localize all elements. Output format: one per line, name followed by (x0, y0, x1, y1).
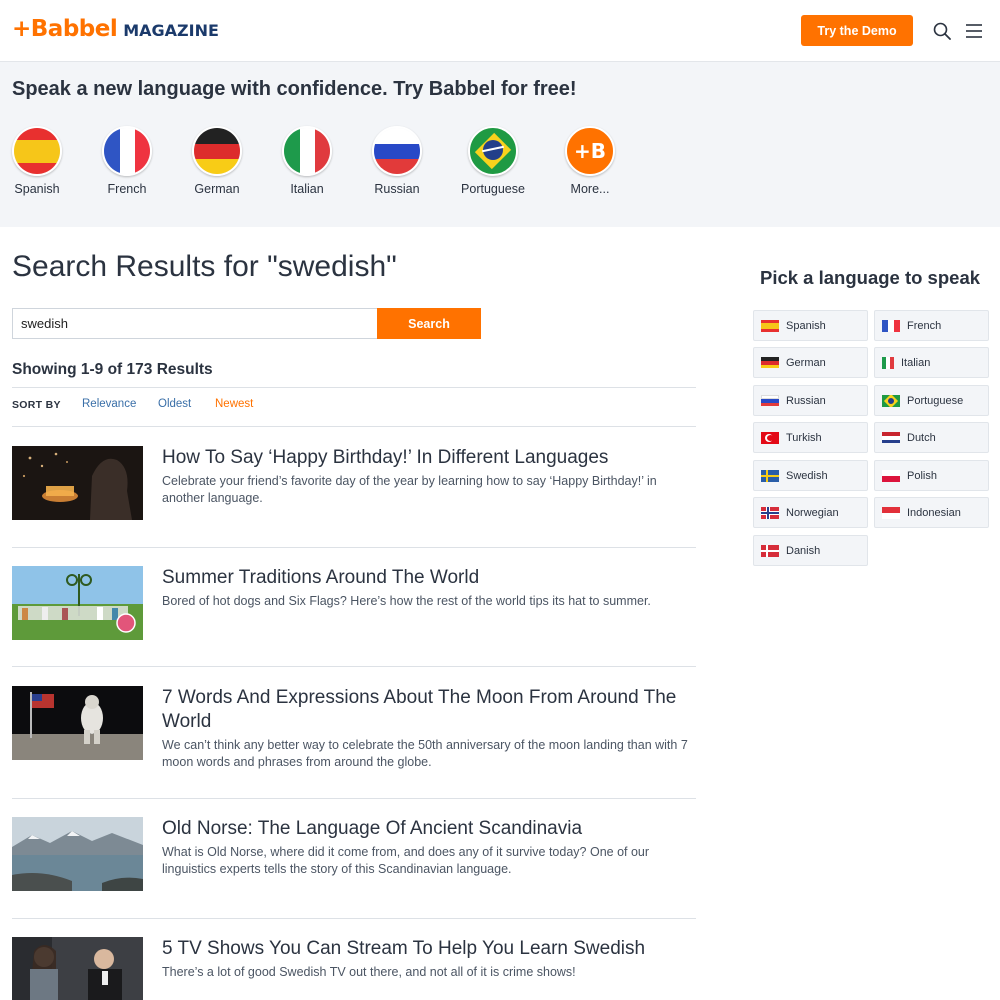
article-description: Celebrate your friend’s favorite day of … (162, 474, 657, 505)
sidebar-language-french[interactable]: French (874, 310, 989, 341)
babbel-magazine-logo[interactable]: +Babbel MAGAZINE (12, 16, 219, 46)
russia-flag-icon (761, 394, 779, 407)
divider (12, 387, 696, 388)
france-flag-icon (882, 319, 900, 332)
sidebar-language-label: Norwegian (786, 506, 839, 519)
language-link-french[interactable]: French (87, 126, 167, 196)
search-icon[interactable] (933, 22, 951, 40)
article-title[interactable]: 7 Words And Expressions About The Moon F… (162, 686, 692, 734)
sidebar-language-spanish[interactable]: Spanish (753, 310, 868, 341)
language-label: German (194, 182, 240, 196)
sort-label: SORT BY (12, 399, 61, 411)
sweden-flag-icon (761, 469, 779, 482)
sidebar-language-label: Russian (786, 394, 826, 407)
article-thumbnail[interactable] (12, 566, 143, 640)
sidebar-language-dutch[interactable]: Dutch (874, 422, 989, 453)
sidebar-language-turkish[interactable]: Turkish (753, 422, 868, 453)
sidebar-title: Pick a language to speak (759, 267, 981, 288)
article-title[interactable]: How To Say ‘Happy Birthday!’ In Differen… (162, 446, 692, 470)
netherlands-flag-icon (882, 431, 900, 444)
divider (12, 798, 696, 799)
article-title[interactable]: 5 TV Shows You Can Stream To Help You Le… (162, 937, 692, 961)
russia-flag-icon (372, 126, 422, 176)
language-link-portuguese[interactable]: Portuguese (453, 126, 533, 196)
logo-section: MAGAZINE (123, 21, 219, 40)
language-link-more[interactable]: +B More... (550, 126, 630, 196)
language-label: French (107, 182, 147, 196)
divider (12, 666, 696, 667)
search-button[interactable]: Search (377, 308, 481, 339)
language-link-russian[interactable]: Russian (357, 126, 437, 196)
sort-relevance[interactable]: Relevance (82, 398, 136, 410)
sort-newest[interactable]: Newest (215, 398, 253, 410)
denmark-flag-icon (761, 544, 779, 557)
promo-title: Speak a new language with confidence. Tr… (12, 78, 577, 100)
language-label: Italian (290, 182, 324, 196)
sidebar-language-label: Polish (907, 469, 937, 482)
language-link-italian[interactable]: Italian (267, 126, 347, 196)
article-thumbnail[interactable] (12, 686, 143, 760)
language-promo-band: Speak a new language with confidence. Tr… (0, 62, 1000, 227)
language-label: More... (570, 182, 610, 196)
sidebar-language-italian[interactable]: Italian (874, 347, 989, 378)
germany-flag-icon (761, 356, 779, 369)
poland-flag-icon (882, 469, 900, 482)
article-description: There’s a lot of good Swedish TV out the… (162, 965, 576, 979)
sidebar-language-swedish[interactable]: Swedish (753, 460, 868, 491)
sidebar-language-indonesian[interactable]: Indonesian (874, 497, 989, 528)
indonesia-flag-icon (882, 506, 900, 519)
brazil-flag-icon (468, 126, 518, 176)
sidebar-language-russian[interactable]: Russian (753, 385, 868, 416)
article-description: We can’t think any better way to celebra… (162, 738, 688, 769)
babbel-plus-icon: +B (565, 126, 615, 176)
sidebar-language-label: Indonesian (907, 506, 961, 519)
article-thumbnail[interactable] (12, 937, 143, 1000)
sidebar-language-portuguese[interactable]: Portuguese (874, 385, 989, 416)
sidebar-language-label: Italian (901, 356, 931, 369)
article-title[interactable]: Old Norse: The Language Of Ancient Scand… (162, 817, 692, 841)
brazil-flag-icon (882, 394, 900, 407)
logo-brand: +Babbel (12, 16, 118, 42)
divider (12, 547, 696, 548)
page-title: Search Results for "swedish" (12, 250, 397, 283)
sidebar-language-label: Spanish (786, 319, 826, 332)
germany-flag-icon (192, 126, 242, 176)
sidebar-language-label: Portuguese (907, 394, 964, 407)
sidebar-language-label: Turkish (786, 431, 822, 444)
divider (12, 426, 696, 427)
article-description: What is Old Norse, where did it come fro… (162, 845, 650, 876)
turkey-flag-icon (761, 431, 779, 444)
article-thumbnail[interactable] (12, 817, 143, 891)
sidebar-language-danish[interactable]: Danish (753, 535, 868, 566)
article-description: Bored of hot dogs and Six Flags? Here’s … (162, 594, 651, 608)
italy-flag-icon (882, 356, 894, 369)
menu-icon[interactable] (965, 22, 983, 40)
sidebar-language-label: French (907, 319, 942, 332)
sidebar-language-norwegian[interactable]: Norwegian (753, 497, 868, 528)
language-link-german[interactable]: German (177, 126, 257, 196)
sidebar-language-label: Danish (786, 544, 821, 557)
sidebar-language-label: Swedish (786, 469, 828, 482)
italy-flag-icon (282, 126, 332, 176)
sidebar-language-label: German (786, 356, 826, 369)
language-label: Russian (374, 182, 420, 196)
language-label: Spanish (14, 182, 60, 196)
search-input[interactable] (12, 308, 378, 339)
try-demo-button[interactable]: Try the Demo (801, 15, 913, 46)
article-title[interactable]: Summer Traditions Around The World (162, 566, 692, 590)
article-thumbnail[interactable] (12, 446, 143, 520)
spain-flag-icon (761, 319, 779, 332)
divider (12, 918, 696, 919)
spain-flag-icon (12, 126, 62, 176)
france-flag-icon (102, 126, 152, 176)
sidebar-language-german[interactable]: German (753, 347, 868, 378)
sort-oldest[interactable]: Oldest (158, 398, 191, 410)
language-label: Portuguese (461, 182, 525, 196)
norway-flag-icon (761, 506, 779, 519)
sidebar-language-polish[interactable]: Polish (874, 460, 989, 491)
sidebar-language-label: Dutch (907, 431, 936, 444)
results-count: Showing 1-9 of 173 Results (12, 361, 213, 378)
language-link-spanish[interactable]: Spanish (0, 126, 77, 196)
site-header: +Babbel MAGAZINE Try the Demo (0, 0, 1000, 62)
